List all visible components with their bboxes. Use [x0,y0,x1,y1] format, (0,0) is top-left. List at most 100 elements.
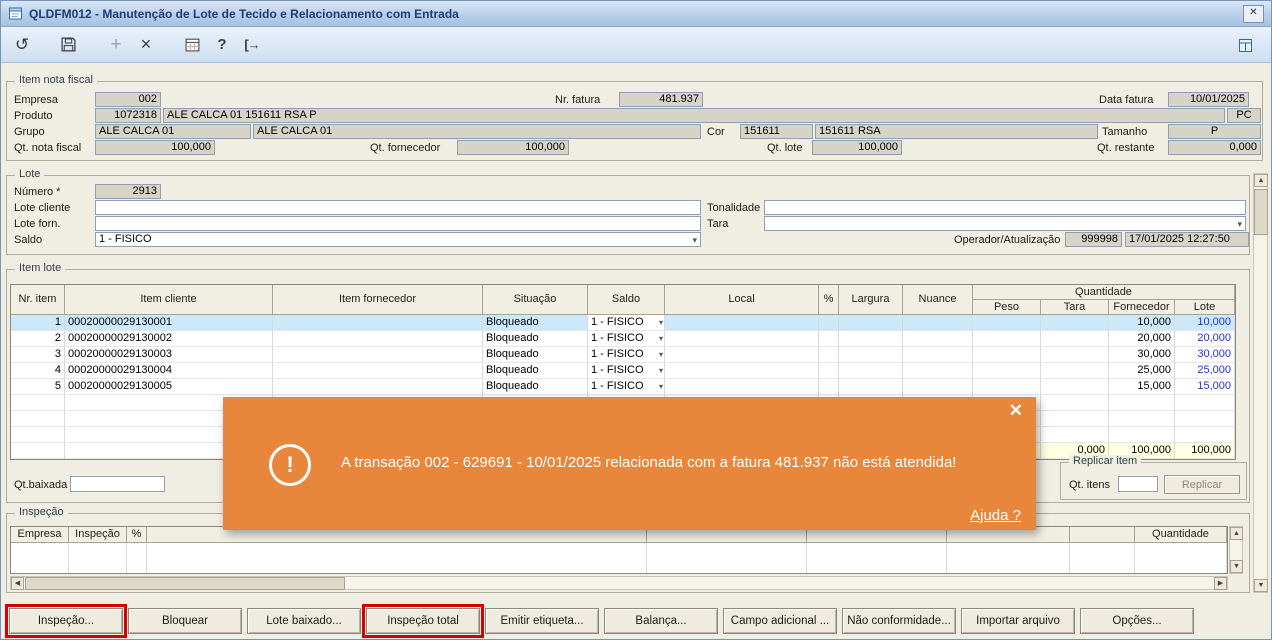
numero-field: 2913 [95,184,161,199]
cell-item-fornecedor [273,331,483,347]
add-icon[interactable]: + [103,32,129,58]
cell-item-cliente: 00020000029130005 [65,379,273,395]
opcoes-button[interactable]: Opções... [1080,608,1194,634]
app-window: QLDFM012 - Manutenção de Lote de Tecido … [0,0,1272,640]
empresa-label: Empresa [14,94,59,106]
cell-tara [1041,315,1109,331]
tara-combobox[interactable]: ▾ [764,216,1246,231]
dialog-message: A transação 002 - 629691 - 10/01/2025 re… [341,454,957,471]
empresa-field: 002 [95,92,161,107]
tonalidade-label: Tonalidade [707,202,761,214]
main-vertical-scrollbar[interactable]: ▲ ▼ [1253,173,1268,593]
panel-grid-icon[interactable] [1235,35,1255,55]
cell-saldo-combobox[interactable]: 1 - FISICO ▾ [588,315,665,331]
cell-peso [973,379,1041,395]
inspecao-vertical-scrollbar[interactable]: ▲ ▼ [1229,526,1243,574]
cell-fornecedor: 30,000 [1109,347,1175,363]
tonalidade-input[interactable] [764,200,1246,215]
scrollbar-thumb[interactable] [1254,189,1268,235]
chevron-down-icon: ▾ [1237,219,1242,229]
cell-tara [1041,347,1109,363]
cell-lote: 30,000 [1175,347,1235,363]
table-row[interactable]: 5 00020000029130005 Bloqueado 1 - FISICO… [11,379,1235,395]
col-header-item-cliente: Item cliente [65,285,273,315]
qt-itens-input[interactable] [1118,476,1158,492]
dialog-close-icon[interactable]: ✕ [1009,402,1023,419]
scroll-up-icon[interactable]: ▲ [1230,527,1243,540]
cell [1175,411,1235,427]
col-header-item-fornecedor: Item fornecedor [273,285,483,315]
scroll-left-icon[interactable]: ◀ [11,577,24,590]
save-icon[interactable] [55,32,81,58]
cell-local [665,379,819,395]
window-close-icon[interactable]: ✕ [1243,4,1264,23]
saldo-combobox[interactable]: 1 - FISICO ▾ [95,232,701,247]
scrollbar-thumb[interactable] [25,577,345,590]
scroll-right-icon[interactable]: ▶ [1214,577,1227,590]
campo-adicional-button[interactable]: Campo adicional ... [723,608,837,634]
lote-baixado-button[interactable]: Lote baixado... [247,608,361,634]
grupo-desc-field: ALE CALCA 01 [253,124,701,139]
scroll-up-icon[interactable]: ▲ [1254,174,1268,187]
lote-cliente-input[interactable] [95,200,701,215]
cell-item-fornecedor [273,347,483,363]
lote-cliente-label: Lote cliente [14,202,71,214]
cell-local [665,347,819,363]
help-icon[interactable]: ? [209,32,235,58]
emitir-etiqueta-button[interactable]: Emitir etiqueta... [485,608,599,634]
scroll-down-icon[interactable]: ▼ [1230,560,1243,573]
tamanho-field: P [1168,124,1261,139]
cell-nr-item: 1 [11,315,65,331]
cell-largura [839,379,903,395]
importar-arquivo-button[interactable]: Importar arquivo [961,608,1075,634]
bloquear-button[interactable]: Bloquear [128,608,242,634]
delete-icon[interactable]: × [133,32,159,58]
operador-label: Operador/Atualização [954,234,1061,246]
lote-forn-input[interactable] [95,216,701,231]
cell-largura [839,347,903,363]
data-fatura-label: Data fatura [1099,94,1154,106]
qt-fornecedor-field: 100,000 [457,140,569,155]
cell [1109,395,1175,411]
inspecao-button[interactable]: Inspeção... [5,604,127,638]
inspecao-total-button[interactable]: Inspeção total [362,604,484,638]
produto-label: Produto [14,110,53,122]
undo-icon[interactable]: ↺ [9,32,35,58]
cell-tara [1041,379,1109,395]
numero-label: Número * [14,186,61,198]
qt-baixada-input[interactable] [70,476,165,492]
col-header-saldo: Saldo [588,285,665,315]
saldo-value: 1 - FISICO [99,233,152,245]
saldo-label: Saldo [14,234,43,246]
replicar-button[interactable]: Replicar [1164,475,1240,494]
cell-situacao: Bloqueado [483,363,588,379]
table-row[interactable]: 1 00020000029130001 Bloqueado 1 - FISICO… [11,315,1235,331]
table-row[interactable]: 3 00020000029130003 Bloqueado 1 - FISICO… [11,347,1235,363]
cor-field: 151611 [740,124,813,139]
chevron-down-icon: ▾ [658,334,663,343]
cell [807,543,947,573]
grupo-field: ALE CALCA 01 [95,124,251,139]
exit-icon[interactable]: [→ [239,32,265,58]
cell-saldo-combobox[interactable]: 1 - FISICO ▾ [588,347,665,363]
balanca-button[interactable]: Balança... [604,608,718,634]
dialog-help-link[interactable]: Ajuda ? [970,507,1021,524]
calendar-icon[interactable] [179,32,205,58]
scroll-down-icon[interactable]: ▼ [1254,579,1268,592]
cell [127,543,147,573]
cell-saldo-combobox[interactable]: 1 - FISICO ▾ [588,331,665,347]
table-row[interactable]: 4 00020000029130004 Bloqueado 1 - FISICO… [11,363,1235,379]
cell-flag [819,379,839,395]
cell-tara [1041,363,1109,379]
cell-saldo-combobox[interactable]: 1 - FISICO ▾ [588,363,665,379]
cell-lote: 25,000 [1175,363,1235,379]
inspecao-horizontal-scrollbar[interactable]: ◀ ▶ [10,576,1228,590]
cell [11,395,65,411]
cell-saldo-combobox[interactable]: 1 - FISICO ▾ [588,379,665,395]
nao-conformidade-button[interactable]: Não conformidade... [842,608,956,634]
table-row[interactable]: 2 00020000029130002 Bloqueado 1 - FISICO… [11,331,1235,347]
cell-local [665,315,819,331]
col-header-quantidade: Quantidade [1135,527,1227,543]
cell [1109,411,1175,427]
cell-peso [973,363,1041,379]
